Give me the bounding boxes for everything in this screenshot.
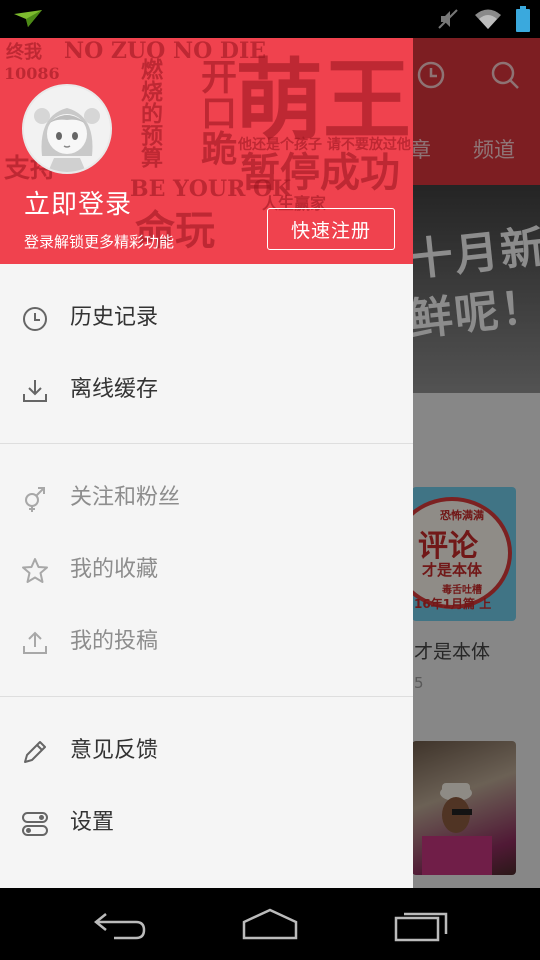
gender-icon bbox=[20, 484, 50, 514]
mute-icon bbox=[436, 7, 460, 35]
battery-icon bbox=[516, 6, 530, 36]
wifi-icon bbox=[474, 7, 502, 35]
menu-label: 我的投稿 bbox=[70, 629, 159, 654]
menu-item-following[interactable]: 关注和粉丝 bbox=[0, 462, 413, 534]
menu-item-feedback[interactable]: 意见反馈 bbox=[0, 715, 413, 787]
recents-icon[interactable] bbox=[392, 904, 452, 948]
login-subtitle: 登录解锁更多精彩功能 bbox=[24, 233, 175, 251]
status-bar bbox=[0, 0, 540, 38]
upload-icon bbox=[20, 628, 50, 658]
menu-label: 历史记录 bbox=[70, 305, 159, 330]
menu-label: 我的收藏 bbox=[70, 557, 159, 582]
login-title[interactable]: 立即登录 bbox=[24, 184, 132, 221]
menu-divider bbox=[0, 443, 413, 444]
navigation-drawer: 萌王 NO ZUO NO DIE 开口跪 燃烧的预算 暂停成功 他还是个孩子 请… bbox=[0, 38, 413, 888]
menu-label: 意见反馈 bbox=[70, 738, 159, 763]
settings-toggle-icon bbox=[20, 809, 50, 839]
paper-plane-notification-icon bbox=[14, 10, 42, 32]
drawer-header: 萌王 NO ZUO NO DIE 开口跪 燃烧的预算 暂停成功 他还是个孩子 请… bbox=[0, 38, 413, 264]
menu-item-history[interactable]: 历史记录 bbox=[0, 282, 413, 354]
home-icon[interactable] bbox=[240, 904, 300, 948]
watermark-text: 开口跪 bbox=[195, 58, 237, 166]
system-navigation-bar bbox=[0, 888, 540, 960]
menu-label: 设置 bbox=[70, 810, 115, 835]
menu-divider bbox=[0, 696, 413, 697]
download-icon bbox=[20, 376, 50, 406]
menu-item-offline-cache[interactable]: 离线缓存 bbox=[0, 354, 413, 426]
back-icon[interactable] bbox=[92, 904, 148, 948]
menu-item-favorites[interactable]: 我的收藏 bbox=[0, 534, 413, 606]
menu-label: 离线缓存 bbox=[70, 377, 159, 402]
quick-register-button[interactable]: 快速注册 bbox=[267, 208, 395, 250]
watermark-text: 他还是个孩子 请不要放过他 bbox=[238, 137, 411, 153]
menu-label: 关注和粉丝 bbox=[70, 485, 181, 510]
watermark-text: 燃烧的预算 bbox=[137, 58, 163, 168]
watermark-text: 终我 bbox=[6, 42, 42, 63]
star-icon bbox=[20, 556, 50, 586]
watermark-text: 10086 bbox=[4, 64, 60, 83]
avatar[interactable] bbox=[22, 84, 112, 174]
menu-item-submissions[interactable]: 我的投稿 bbox=[0, 606, 413, 678]
clock-icon bbox=[20, 304, 50, 334]
pencil-icon bbox=[20, 737, 50, 767]
menu-item-settings[interactable]: 设置 bbox=[0, 787, 413, 859]
